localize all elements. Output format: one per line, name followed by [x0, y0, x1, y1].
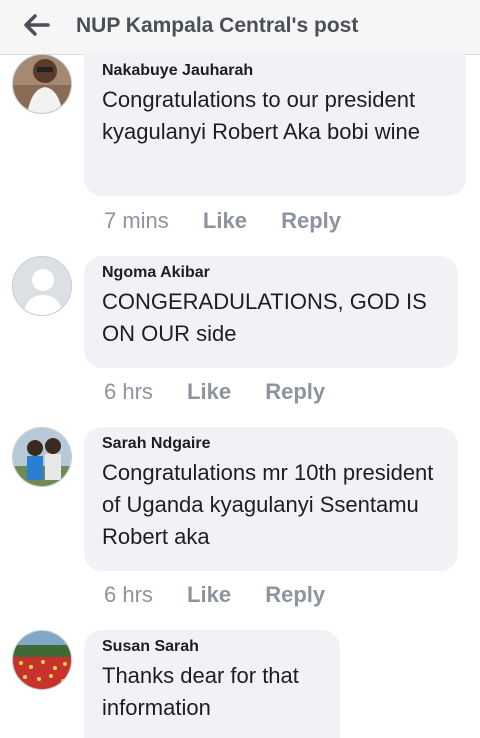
comment-author[interactable]: Nakabuye Jauharah: [102, 62, 444, 80]
comment-bubble[interactable]: Nakabuye Jauharah Congratulations to our…: [84, 54, 466, 196]
reply-button[interactable]: Reply: [265, 582, 325, 607]
comment-timestamp: 6 hrs: [104, 379, 153, 404]
default-profile-icon[interactable]: [12, 256, 72, 316]
avatar[interactable]: [12, 427, 72, 487]
comment-bubble[interactable]: Ngoma Akibar CONGERADULATIONS, GOD IS ON…: [84, 256, 458, 368]
comment-text: Thanks dear for that information: [102, 663, 299, 720]
like-button[interactable]: Like: [203, 208, 247, 233]
page-title: NUP Kampala Central's post: [76, 14, 359, 37]
arrow-left-icon[interactable]: [22, 13, 50, 37]
comment-actions: 7 mins Like Reply: [104, 208, 369, 234]
comment-actions: 6 hrs Like Reply: [104, 582, 353, 608]
comment-author[interactable]: Ngoma Akibar: [102, 264, 436, 282]
comment-timestamp: 7 mins: [104, 208, 169, 233]
like-button[interactable]: Like: [187, 379, 231, 404]
comment-author[interactable]: Susan Sarah: [102, 638, 318, 656]
reply-button[interactable]: Reply: [281, 208, 341, 233]
comment-bubble[interactable]: Sarah Ndgaire Congratulations mr 10th pr…: [84, 427, 458, 571]
like-button[interactable]: Like: [187, 582, 231, 607]
comment-author[interactable]: Sarah Ndgaire: [102, 435, 436, 453]
reply-button[interactable]: Reply: [265, 379, 325, 404]
comment-bubble[interactable]: Susan Sarah Thanks dear for that informa…: [84, 630, 340, 738]
comment-actions: 6 hrs Like Reply: [104, 379, 353, 405]
top-bar: NUP Kampala Central's post: [0, 0, 480, 55]
avatar[interactable]: [12, 630, 72, 690]
comment-text: CONGERADULATIONS, GOD IS ON OUR side: [102, 289, 427, 346]
avatar[interactable]: [12, 54, 72, 114]
comment-text: Congratulations to our president kyagula…: [102, 87, 420, 144]
comment-timestamp: 6 hrs: [104, 582, 153, 607]
comment-text: Congratulations mr 10th president of Uga…: [102, 460, 434, 549]
